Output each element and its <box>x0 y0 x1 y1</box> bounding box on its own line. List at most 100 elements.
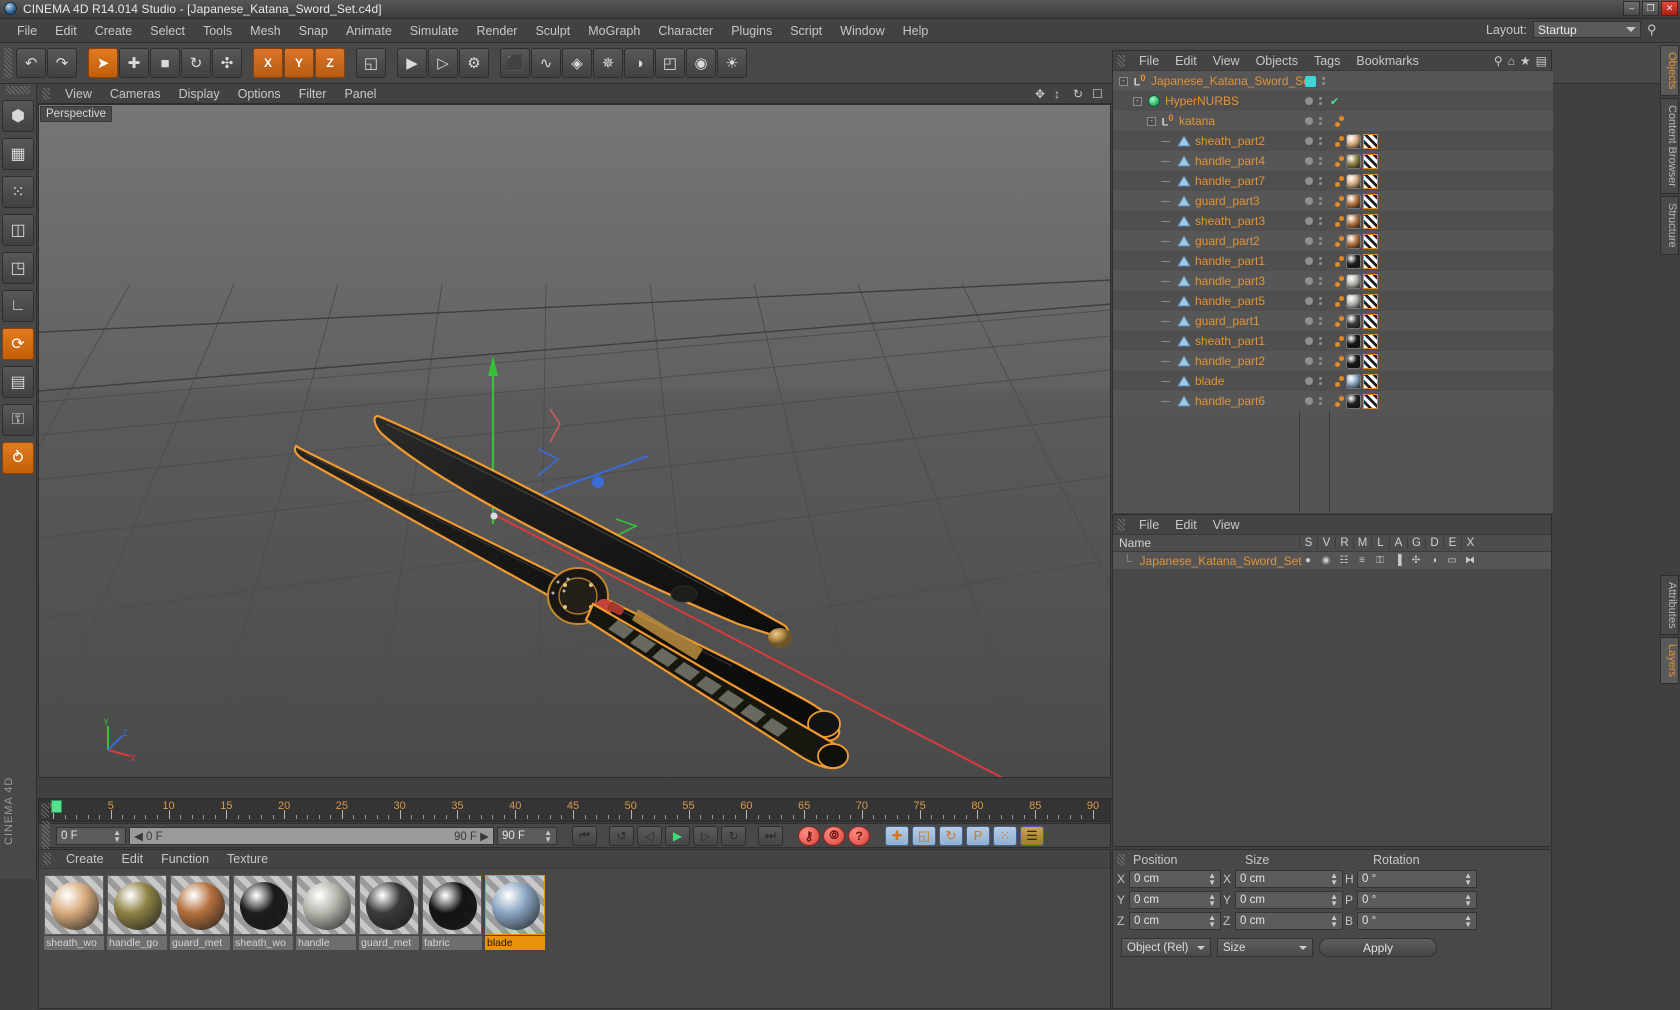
layer-flag-l[interactable]: ⚿ <box>1371 555 1389 566</box>
position-y-spinner[interactable]: ▲ ▼ <box>1208 893 1216 908</box>
object-dot-column[interactable] <box>1319 137 1322 145</box>
object-dot-column[interactable] <box>1322 77 1325 85</box>
material-menu-edit[interactable]: Edit <box>113 850 153 868</box>
material-tag-icon[interactable] <box>1346 133 1361 149</box>
layer-menu-view[interactable]: View <box>1205 516 1248 534</box>
visibility-dot[interactable] <box>1305 397 1313 405</box>
object-menu-edit[interactable]: Edit <box>1167 52 1205 70</box>
object-menu-grip[interactable] <box>1117 54 1125 67</box>
object-visibility-dots[interactable] <box>1305 217 1322 225</box>
layer-flag-e[interactable]: ▭ <box>1443 555 1461 566</box>
layer-menu-edit[interactable]: Edit <box>1167 516 1205 534</box>
add-light-button[interactable]: ☀ <box>717 48 747 78</box>
rotation-p-input[interactable]: 0 ° ▲ ▼ <box>1357 891 1477 909</box>
world-object-coordinates-button[interactable]: ◱ <box>356 48 386 78</box>
texture-tag-icon[interactable] <box>1363 253 1378 269</box>
coordinate-mode-dropdown[interactable]: Object (Rel) <box>1121 938 1211 957</box>
toolbar-grip[interactable] <box>4 48 12 78</box>
menu-item-script[interactable]: Script <box>781 21 831 41</box>
layout-dropdown[interactable]: Startup <box>1533 21 1641 38</box>
object-dot-column[interactable] <box>1319 257 1322 265</box>
object-row[interactable]: handle_part4 <box>1113 151 1553 171</box>
menu-item-animate[interactable]: Animate <box>337 21 401 41</box>
timeline-ruler[interactable]: 051015202530354045505560657075808590 <box>38 798 1111 822</box>
pla-key-button[interactable]: P <box>966 825 990 846</box>
search-icon[interactable]: ⚲ <box>1647 22 1662 37</box>
object-visibility-dots[interactable]: ✔ <box>1305 95 1339 108</box>
object-dot-column[interactable] <box>1319 297 1322 305</box>
layer-flag-m[interactable]: ≡ <box>1353 555 1371 566</box>
scale-tool-button[interactable]: ■ <box>150 48 180 78</box>
zoom-icon[interactable]: ↕ <box>1054 87 1067 101</box>
material-swatch[interactable]: handle <box>296 875 356 950</box>
pan-icon[interactable]: ✥ <box>1035 87 1048 101</box>
go-to-next-frame-button[interactable]: ▷ <box>693 825 718 846</box>
texture-tag-icon[interactable] <box>1363 313 1378 329</box>
layer-flag-d[interactable]: ◑ <box>1425 555 1443 566</box>
add-spline-button[interactable]: ∿ <box>531 48 561 78</box>
material-menu-create[interactable]: Create <box>57 850 113 868</box>
texture-tag-icon[interactable] <box>1363 373 1378 389</box>
lock-z-axis-button[interactable]: Z <box>315 48 345 78</box>
object-visibility-dots[interactable] <box>1305 177 1322 185</box>
lock-y-axis-button[interactable]: Y <box>284 48 314 78</box>
record-active-objects-button[interactable]: ⚷ <box>798 825 820 846</box>
object-row[interactable]: sheath_part1 <box>1113 331 1553 351</box>
object-row[interactable]: handle_part7 <box>1113 171 1553 191</box>
size-y-spinner[interactable]: ▲ ▼ <box>1330 893 1338 908</box>
render-region-button[interactable]: ▷ <box>428 48 458 78</box>
object-dot-column[interactable] <box>1319 277 1322 285</box>
object-row[interactable]: handle_part1 <box>1113 251 1553 271</box>
position-x-spinner[interactable]: ▲ ▼ <box>1208 872 1216 887</box>
render-settings-button[interactable]: ⚙ <box>459 48 489 78</box>
material-swatch[interactable]: blade <box>485 875 545 950</box>
object-menu-objects[interactable]: Objects <box>1248 52 1306 70</box>
expander-toggle[interactable]: - <box>1119 76 1128 86</box>
object-dot-column[interactable] <box>1319 397 1322 405</box>
material-tag-icon[interactable] <box>1346 373 1361 389</box>
object-visibility-dots[interactable] <box>1305 357 1322 365</box>
current-frame-field-spinner[interactable]: ▲ ▼ <box>113 828 121 843</box>
layer-flag-g[interactable]: ✣ <box>1407 555 1425 566</box>
material-tag-icon[interactable] <box>1346 313 1361 329</box>
object-row[interactable]: handle_part5 <box>1113 291 1553 311</box>
material-swatch[interactable]: sheath_wo <box>44 875 104 950</box>
texture-tag-icon[interactable] <box>1363 153 1378 169</box>
timeline-button[interactable]: ☰ <box>1020 825 1044 846</box>
keyframe-selection-button[interactable]: ? <box>848 825 870 846</box>
enable-axis-button[interactable]: ⟳ <box>2 328 34 360</box>
texture-tag-icon[interactable] <box>1363 193 1378 209</box>
visibility-dot[interactable] <box>1305 197 1313 205</box>
texture-tag-icon[interactable] <box>1363 353 1378 369</box>
size-mode-dropdown[interactable]: Size <box>1217 938 1313 957</box>
object-dot-column[interactable] <box>1319 117 1322 125</box>
viewport-solo-button[interactable]: ▤ <box>2 366 34 398</box>
rotation-b-spinner[interactable]: ▲ ▼ <box>1464 914 1472 929</box>
object-row[interactable]: - HyperNURBS ✔ <box>1113 91 1553 111</box>
rotation-p-spinner[interactable]: ▲ ▼ <box>1464 893 1472 908</box>
visibility-dot[interactable] <box>1305 257 1313 265</box>
points-mode-button[interactable]: ⁙ <box>2 176 34 208</box>
material-menu-function[interactable]: Function <box>152 850 218 868</box>
texture-tag-icon[interactable] <box>1363 233 1378 249</box>
object-row[interactable]: handle_part6 <box>1113 391 1553 411</box>
move-tool-button[interactable]: ✚ <box>119 48 149 78</box>
close-button[interactable]: ✕ <box>1661 1 1678 16</box>
object-dot-column[interactable] <box>1319 157 1322 165</box>
menu-item-tools[interactable]: Tools <box>194 21 241 41</box>
right-tab-objects[interactable]: Objects <box>1660 45 1679 97</box>
object-tree[interactable]: - L0 Japanese_Katana_Sword_Set - HyperNURBS ✔… <box>1113 71 1553 513</box>
go-to-next-key-button[interactable]: ↻ <box>721 825 746 846</box>
material-swatch[interactable]: sheath_wo <box>233 875 293 950</box>
polygons-mode-button[interactable]: ◳ <box>2 252 34 284</box>
texture-tag-icon[interactable] <box>1363 273 1378 289</box>
expander-toggle[interactable]: - <box>1147 116 1156 126</box>
material-swatch[interactable]: guard_met <box>359 875 419 950</box>
layer-flag-v[interactable]: ◉ <box>1317 555 1335 566</box>
visibility-dot[interactable] <box>1305 237 1313 245</box>
material-tag-icon[interactable] <box>1346 273 1361 289</box>
menu-item-character[interactable]: Character <box>649 21 722 41</box>
object-menu-tags[interactable]: Tags <box>1306 52 1348 70</box>
visibility-dot[interactable] <box>1305 317 1313 325</box>
size-y-input[interactable]: 0 cm ▲ ▼ <box>1235 891 1343 909</box>
